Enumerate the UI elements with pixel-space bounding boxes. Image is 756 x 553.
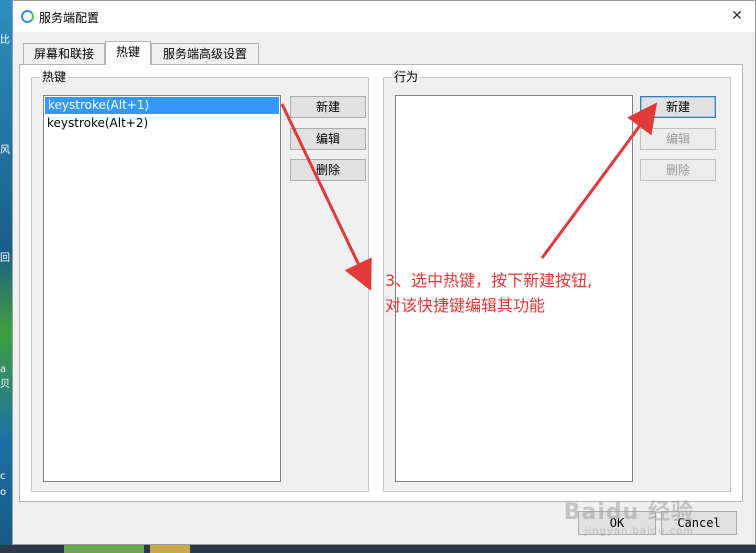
- annotation-line: 对该快捷键编辑其功能: [385, 296, 546, 315]
- watermark-subtext: jingyan.baidu.com: [584, 526, 694, 537]
- annotation-arrows: [280, 102, 658, 291]
- tab-hotkeys[interactable]: 热键: [105, 41, 151, 65]
- tutorial-annotation: 3、选中热键，按下新建按钮, 对该快捷键编辑其功能: [385, 268, 592, 318]
- annotation-line: 3、选中热键，按下新建按钮,: [385, 271, 593, 290]
- arrow-to-annotation: [280, 103, 372, 291]
- arrow-to-new-button: [540, 102, 658, 259]
- watermark: Baidu 经验 jingyan.baidu.com: [564, 494, 694, 537]
- watermark-text: Baidu 经验: [563, 500, 694, 525]
